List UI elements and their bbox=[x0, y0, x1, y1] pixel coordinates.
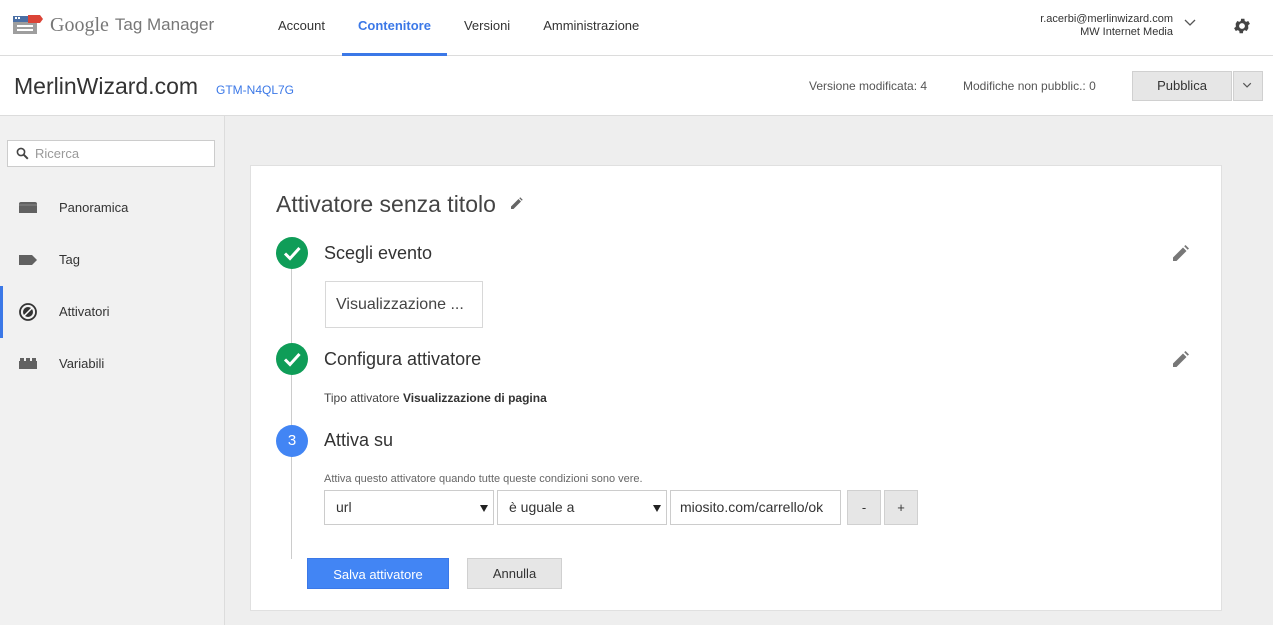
save-trigger-button[interactable]: Salva attivatore bbox=[307, 558, 449, 589]
container-name: MerlinWizard.com bbox=[14, 73, 199, 99]
container-bar: MerlinWizard.com GTM-N4QL7G Versione mod… bbox=[0, 56, 1273, 116]
sidebar-item-label: Variabili bbox=[59, 356, 105, 371]
account-switcher[interactable]: r.acerbi@merlinwizard.com MW Internet Me… bbox=[1040, 13, 1173, 39]
trigger-title: Attivatore senza titolo bbox=[276, 191, 496, 217]
step-title-configure: Configura attivatore bbox=[324, 349, 482, 369]
sidebar: Panoramica Tag Attivatori Variabili bbox=[0, 116, 225, 625]
condition-hint: Attiva questo attivatore quando tutte qu… bbox=[324, 473, 643, 485]
sidebar-item-panoramica[interactable]: Panoramica bbox=[0, 182, 224, 234]
pencil-icon[interactable] bbox=[1172, 245, 1189, 262]
sidebar-item-label: Attivatori bbox=[59, 304, 110, 319]
search-icon bbox=[16, 147, 29, 160]
chevron-down-icon bbox=[1242, 82, 1252, 88]
operator-select[interactable]: è uguale a bbox=[497, 490, 667, 525]
chevron-down-icon[interactable] bbox=[1183, 16, 1197, 30]
sidebar-item-variabili[interactable]: Variabili bbox=[0, 338, 224, 390]
trigger-icon bbox=[19, 303, 37, 321]
publish-button[interactable]: Pubblica bbox=[1132, 71, 1232, 101]
user-account: MW Internet Media bbox=[1080, 26, 1173, 38]
version-info: Versione modificata: 4 bbox=[809, 79, 928, 93]
gear-icon[interactable] bbox=[1232, 16, 1252, 36]
folder-icon bbox=[19, 202, 37, 213]
variable-select[interactable]: url bbox=[324, 490, 494, 525]
user-email: r.acerbi@merlinwizard.com bbox=[1040, 13, 1173, 25]
cancel-button[interactable]: Annulla bbox=[467, 558, 562, 589]
logo-google-text: Google bbox=[50, 13, 109, 36]
logo-product-text: Tag Manager bbox=[114, 15, 215, 34]
pencil-icon[interactable] bbox=[510, 197, 523, 210]
tag-manager-logo-icon bbox=[13, 15, 43, 34]
event-type-selector[interactable]: Visualizzazione ... bbox=[325, 281, 483, 328]
sidebar-item-label: Panoramica bbox=[59, 200, 129, 215]
sidebar-item-tag[interactable]: Tag bbox=[0, 234, 224, 286]
tab-contenitore[interactable]: Contenitore bbox=[341, 0, 447, 56]
check-icon bbox=[283, 352, 301, 367]
container-id-link[interactable]: GTM-N4QL7G bbox=[216, 83, 294, 97]
tab-account[interactable]: Account bbox=[262, 0, 341, 56]
operator-select-value: è uguale a bbox=[509, 499, 575, 515]
dropdown-arrow-icon bbox=[653, 505, 661, 512]
sidebar-item-attivatori[interactable]: Attivatori bbox=[0, 286, 224, 338]
trigger-editor-card: Attivatore senza titolo Scegli evento Vi… bbox=[250, 165, 1222, 611]
check-icon bbox=[283, 246, 301, 261]
step-done-badge bbox=[276, 237, 308, 269]
step-number-badge: 3 bbox=[276, 425, 308, 457]
steps-timeline bbox=[291, 254, 292, 559]
dropdown-arrow-icon bbox=[480, 505, 488, 512]
main-nav: Account Contenitore Versioni Amministraz… bbox=[262, 0, 656, 56]
tab-versioni[interactable]: Versioni bbox=[448, 0, 526, 56]
search-input[interactable] bbox=[35, 145, 210, 162]
add-condition-button[interactable]: + bbox=[884, 490, 918, 525]
variable-select-value: url bbox=[336, 499, 352, 515]
search-box[interactable] bbox=[7, 140, 215, 167]
trigger-type-summary: Tipo attivatore Visualizzazione di pagin… bbox=[324, 391, 547, 405]
step-title-event: Scegli evento bbox=[324, 243, 433, 263]
sidebar-item-label: Tag bbox=[59, 252, 80, 267]
gtm-logo[interactable]: Google Tag Manager bbox=[13, 13, 214, 37]
remove-condition-button[interactable]: - bbox=[847, 490, 881, 525]
step-title-fire-on: Attiva su bbox=[324, 430, 394, 450]
condition-value-input[interactable]: miosito.com/carrello/ok bbox=[670, 490, 841, 525]
variables-icon bbox=[19, 358, 37, 369]
trigger-type-label: Tipo attivatore bbox=[324, 391, 400, 405]
publish-menu-button[interactable] bbox=[1233, 71, 1263, 101]
tab-amministrazione[interactable]: Amministrazione bbox=[527, 0, 655, 56]
tag-icon bbox=[19, 255, 37, 265]
top-bar: Google Tag Manager Account Contenitore V… bbox=[0, 0, 1273, 56]
trigger-type-value: Visualizzazione di pagina bbox=[402, 391, 547, 405]
unpublished-changes-info: Modifiche non pubblic.: 0 bbox=[963, 79, 1096, 93]
pencil-icon[interactable] bbox=[1172, 351, 1189, 368]
step-done-badge bbox=[276, 343, 308, 375]
